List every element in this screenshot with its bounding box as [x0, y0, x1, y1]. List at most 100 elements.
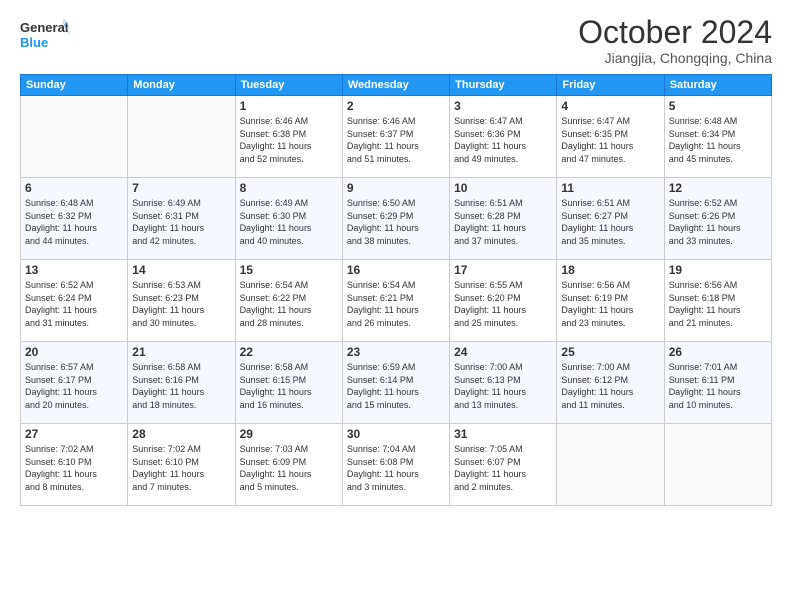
calendar-cell: 29Sunrise: 7:03 AMSunset: 6:09 PMDayligh… — [235, 424, 342, 506]
calendar-cell: 1 Sunrise: 6:46 AMSunset: 6:38 PMDaylight… — [235, 96, 342, 178]
day-number: 3 — [454, 99, 552, 113]
day-number: 22 — [240, 345, 338, 359]
logo-svg: General Blue — [20, 15, 70, 53]
calendar-cell: 27 Sunrise: 7:02 AMSunset: 6:10 PMDayligh… — [21, 424, 128, 506]
day-number: 21 — [132, 345, 230, 359]
day-number: 10 — [454, 181, 552, 195]
calendar-cell: 19 Sunrise: 6:56 AMSunset: 6:18 PMDayligh… — [664, 260, 771, 342]
day-number: 26 — [669, 345, 767, 359]
calendar-cell: 3Sunrise: 6:47 AMSunset: 6:36 PMDaylight… — [450, 96, 557, 178]
day-number: 19 — [669, 263, 767, 277]
calendar-cell — [557, 424, 664, 506]
calendar-week-3: 13Sunrise: 6:52 AMSunset: 6:24 PMDayligh… — [21, 260, 772, 342]
day-number: 12 — [669, 181, 767, 195]
day-info: Sunrise: 6:57 AMSunset: 6:17 PMDaylight:… — [25, 361, 123, 411]
day-number: 16 — [347, 263, 445, 277]
day-info: Sunrise: 6:51 AMSunset: 6:27 PMDaylight:… — [561, 197, 659, 247]
day-number: 27 — [25, 427, 123, 441]
calendar-cell: 11 Sunrise: 6:51 AMSunset: 6:27 PMDayligh… — [557, 178, 664, 260]
calendar-cell: 2Sunrise: 6:46 AMSunset: 6:37 PMDaylight… — [342, 96, 449, 178]
page-header: General Blue October 2024 Jiangjia, Chon… — [20, 15, 772, 66]
day-number: 11 — [561, 181, 659, 195]
day-info: Sunrise: 7:03 AMSunset: 6:09 PMDaylight:… — [240, 443, 338, 493]
calendar-cell: 30Sunrise: 7:04 AMSunset: 6:08 PMDayligh… — [342, 424, 449, 506]
svg-text:Blue: Blue — [20, 35, 48, 50]
weekday-header-saturday: Saturday — [664, 75, 771, 96]
day-number: 6 — [25, 181, 123, 195]
day-number: 8 — [240, 181, 338, 195]
day-info: Sunrise: 7:01 AMSunset: 6:11 PMDaylight:… — [669, 361, 767, 411]
calendar-cell: 28 Sunrise: 7:02 AMSunset: 6:10 PMDayligh… — [128, 424, 235, 506]
calendar-cell: 26 Sunrise: 7:01 AMSunset: 6:11 PMDayligh… — [664, 342, 771, 424]
weekday-header-friday: Friday — [557, 75, 664, 96]
calendar-cell: 9Sunrise: 6:50 AMSunset: 6:29 PMDaylight… — [342, 178, 449, 260]
day-info: Sunrise: 7:00 AMSunset: 6:12 PMDaylight:… — [561, 361, 659, 411]
calendar-week-1: 1 Sunrise: 6:46 AMSunset: 6:38 PMDaylight… — [21, 96, 772, 178]
calendar-table: SundayMondayTuesdayWednesdayThursdayFrid… — [20, 74, 772, 506]
logo: General Blue — [20, 15, 70, 53]
day-info: Sunrise: 6:58 AMSunset: 6:16 PMDaylight:… — [132, 361, 230, 411]
calendar-week-5: 27 Sunrise: 7:02 AMSunset: 6:10 PMDayligh… — [21, 424, 772, 506]
day-number: 13 — [25, 263, 123, 277]
day-info: Sunrise: 6:56 AMSunset: 6:19 PMDaylight:… — [561, 279, 659, 329]
day-number: 1 — [240, 99, 338, 113]
day-number: 5 — [669, 99, 767, 113]
calendar-week-4: 20Sunrise: 6:57 AMSunset: 6:17 PMDayligh… — [21, 342, 772, 424]
day-info: Sunrise: 7:02 AMSunset: 6:10 PMDaylight:… — [25, 443, 123, 493]
calendar-cell: 6Sunrise: 6:48 AMSunset: 6:32 PMDaylight… — [21, 178, 128, 260]
calendar-cell: 23 Sunrise: 6:59 AMSunset: 6:14 PMDayligh… — [342, 342, 449, 424]
day-number: 17 — [454, 263, 552, 277]
calendar-cell: 13Sunrise: 6:52 AMSunset: 6:24 PMDayligh… — [21, 260, 128, 342]
calendar-cell: 31Sunrise: 7:05 AMSunset: 6:07 PMDayligh… — [450, 424, 557, 506]
day-info: Sunrise: 7:00 AMSunset: 6:13 PMDaylight:… — [454, 361, 552, 411]
day-info: Sunrise: 6:52 AMSunset: 6:26 PMDaylight:… — [669, 197, 767, 247]
weekday-header-wednesday: Wednesday — [342, 75, 449, 96]
calendar-week-2: 6Sunrise: 6:48 AMSunset: 6:32 PMDaylight… — [21, 178, 772, 260]
day-info: Sunrise: 6:49 AMSunset: 6:30 PMDaylight:… — [240, 197, 338, 247]
title-block: October 2024 Jiangjia, Chongqing, China — [578, 15, 772, 66]
day-number: 28 — [132, 427, 230, 441]
day-number: 31 — [454, 427, 552, 441]
day-number: 18 — [561, 263, 659, 277]
svg-text:General: General — [20, 20, 68, 35]
day-number: 24 — [454, 345, 552, 359]
day-info: Sunrise: 6:48 AMSunset: 6:34 PMDaylight:… — [669, 115, 767, 165]
calendar-cell: 22 Sunrise: 6:58 AMSunset: 6:15 PMDayligh… — [235, 342, 342, 424]
calendar-cell: 17 Sunrise: 6:55 AMSunset: 6:20 PMDayligh… — [450, 260, 557, 342]
calendar-cell: 7 Sunrise: 6:49 AMSunset: 6:31 PMDaylight… — [128, 178, 235, 260]
day-info: Sunrise: 6:50 AMSunset: 6:29 PMDaylight:… — [347, 197, 445, 247]
calendar-cell: 20Sunrise: 6:57 AMSunset: 6:17 PMDayligh… — [21, 342, 128, 424]
weekday-header-sunday: Sunday — [21, 75, 128, 96]
calendar-cell: 14 Sunrise: 6:53 AMSunset: 6:23 PMDayligh… — [128, 260, 235, 342]
calendar-cell — [21, 96, 128, 178]
day-info: Sunrise: 6:54 AMSunset: 6:22 PMDaylight:… — [240, 279, 338, 329]
day-info: Sunrise: 6:49 AMSunset: 6:31 PMDaylight:… — [132, 197, 230, 247]
day-info: Sunrise: 6:56 AMSunset: 6:18 PMDaylight:… — [669, 279, 767, 329]
day-number: 25 — [561, 345, 659, 359]
day-number: 7 — [132, 181, 230, 195]
day-info: Sunrise: 6:51 AMSunset: 6:28 PMDaylight:… — [454, 197, 552, 247]
day-info: Sunrise: 6:53 AMSunset: 6:23 PMDaylight:… — [132, 279, 230, 329]
day-info: Sunrise: 6:59 AMSunset: 6:14 PMDaylight:… — [347, 361, 445, 411]
calendar-cell: 4 Sunrise: 6:47 AMSunset: 6:35 PMDaylight… — [557, 96, 664, 178]
calendar-cell — [128, 96, 235, 178]
location: Jiangjia, Chongqing, China — [578, 50, 772, 66]
day-info: Sunrise: 7:02 AMSunset: 6:10 PMDaylight:… — [132, 443, 230, 493]
month-title: October 2024 — [578, 15, 772, 50]
day-info: Sunrise: 6:58 AMSunset: 6:15 PMDaylight:… — [240, 361, 338, 411]
calendar-cell: 12 Sunrise: 6:52 AMSunset: 6:26 PMDayligh… — [664, 178, 771, 260]
calendar-cell: 16Sunrise: 6:54 AMSunset: 6:21 PMDayligh… — [342, 260, 449, 342]
day-number: 4 — [561, 99, 659, 113]
day-info: Sunrise: 6:46 AMSunset: 6:38 PMDaylight:… — [240, 115, 338, 165]
day-info: Sunrise: 6:47 AMSunset: 6:35 PMDaylight:… — [561, 115, 659, 165]
calendar-cell: 24 Sunrise: 7:00 AMSunset: 6:13 PMDayligh… — [450, 342, 557, 424]
day-info: Sunrise: 6:55 AMSunset: 6:20 PMDaylight:… — [454, 279, 552, 329]
day-number: 14 — [132, 263, 230, 277]
calendar-cell: 21 Sunrise: 6:58 AMSunset: 6:16 PMDayligh… — [128, 342, 235, 424]
day-number: 30 — [347, 427, 445, 441]
day-number: 23 — [347, 345, 445, 359]
day-number: 15 — [240, 263, 338, 277]
weekday-header-thursday: Thursday — [450, 75, 557, 96]
calendar-cell: 15 Sunrise: 6:54 AMSunset: 6:22 PMDayligh… — [235, 260, 342, 342]
calendar-cell: 10 Sunrise: 6:51 AMSunset: 6:28 PMDayligh… — [450, 178, 557, 260]
